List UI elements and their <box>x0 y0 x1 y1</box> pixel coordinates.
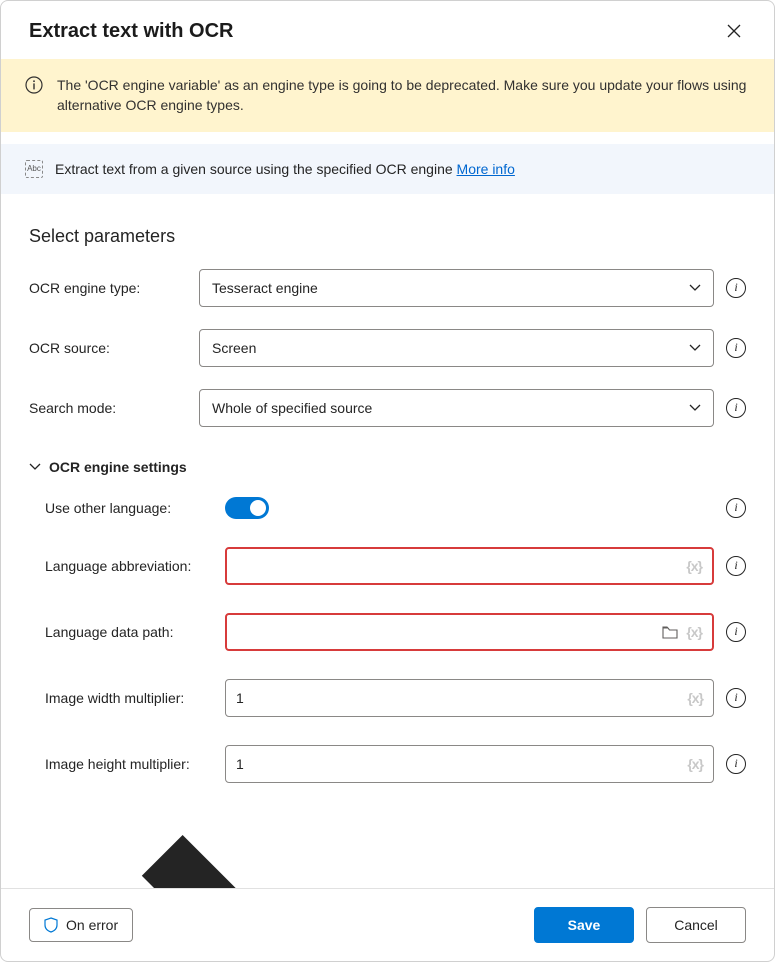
row-lang-data-path: Language data path: {x} i <box>45 613 746 651</box>
dialog-title: Extract text with OCR <box>29 20 233 43</box>
ocr-icon <box>25 160 43 178</box>
info-button-lang-abbrev[interactable]: i <box>726 556 746 576</box>
close-button[interactable] <box>722 19 746 43</box>
row-lang-abbrev: Language abbreviation: {x} i <box>45 547 746 585</box>
engine-settings-panel: Use other language: i Language abbreviat… <box>29 497 746 783</box>
label-width-mult: Image width multiplier: <box>45 690 225 706</box>
info-button-height-mult[interactable]: i <box>726 754 746 774</box>
description-text: Extract text from a given source using t… <box>55 161 515 177</box>
collapse-variables-produced[interactable]: Variables produced OcrText <box>29 811 746 888</box>
section-title: Select parameters <box>29 226 746 247</box>
chevron-down-icon <box>689 402 701 414</box>
label-search-mode: Search mode: <box>29 400 199 416</box>
description-label: Extract text from a given source using t… <box>55 161 457 177</box>
toggle-use-other-language[interactable] <box>225 497 269 519</box>
more-info-link[interactable]: More info <box>457 161 515 177</box>
save-button[interactable]: Save <box>534 907 634 943</box>
row-use-other-language: Use other language: i <box>45 497 746 519</box>
input-width-mult-value: 1 <box>236 690 244 706</box>
info-button-use-other-language[interactable]: i <box>726 498 746 518</box>
cancel-button[interactable]: Cancel <box>646 907 746 943</box>
close-icon <box>726 23 742 39</box>
info-icon <box>25 76 43 99</box>
row-width-mult: Image width multiplier: 1 {x} i <box>45 679 746 717</box>
chevron-down-icon <box>689 342 701 354</box>
chevron-down-icon <box>29 461 41 473</box>
label-height-mult: Image height multiplier: <box>45 756 225 772</box>
info-button-engine-type[interactable]: i <box>726 278 746 298</box>
collapse-engine-settings[interactable]: OCR engine settings <box>29 459 746 475</box>
row-engine-type: OCR engine type: Tesseract engine i <box>29 269 746 307</box>
variable-icon[interactable]: {x} <box>686 624 702 640</box>
label-engine-type: OCR engine type: <box>29 280 199 296</box>
label-ocr-source: OCR source: <box>29 340 199 356</box>
folder-icon[interactable] <box>662 625 678 639</box>
row-ocr-source: OCR source: Screen i <box>29 329 746 367</box>
select-engine-type-value: Tesseract engine <box>212 280 318 296</box>
variable-icon[interactable]: {x} <box>686 558 702 574</box>
info-button-lang-data-path[interactable]: i <box>726 622 746 642</box>
dialog-footer: On error Save Cancel <box>1 888 774 961</box>
chevron-down-icon <box>689 282 701 294</box>
dialog-header: Extract text with OCR <box>1 1 774 59</box>
variable-icon[interactable]: {x} <box>687 756 703 772</box>
info-button-width-mult[interactable]: i <box>726 688 746 708</box>
shield-icon <box>44 917 58 933</box>
variable-icon[interactable]: {x} <box>687 690 703 706</box>
input-height-mult[interactable]: 1 {x} <box>225 745 714 783</box>
on-error-button[interactable]: On error <box>29 908 133 942</box>
label-lang-data-path: Language data path: <box>45 624 225 640</box>
select-ocr-source[interactable]: Screen <box>199 329 714 367</box>
dialog-body: Select parameters OCR engine type: Tesse… <box>1 194 774 888</box>
select-search-mode-value: Whole of specified source <box>212 400 372 416</box>
info-button-ocr-source[interactable]: i <box>726 338 746 358</box>
input-lang-data-path[interactable]: {x} <box>225 613 714 651</box>
dialog: Extract text with OCR The 'OCR engine va… <box>0 0 775 962</box>
chevron-right-icon <box>29 811 562 888</box>
input-lang-abbrev[interactable]: {x} <box>225 547 714 585</box>
input-height-mult-value: 1 <box>236 756 244 772</box>
row-height-mult: Image height multiplier: 1 {x} i <box>45 745 746 783</box>
description-bar: Extract text from a given source using t… <box>1 144 774 194</box>
select-ocr-source-value: Screen <box>212 340 256 356</box>
engine-settings-title: OCR engine settings <box>49 459 187 475</box>
info-button-search-mode[interactable]: i <box>726 398 746 418</box>
on-error-label: On error <box>66 917 118 933</box>
row-search-mode: Search mode: Whole of specified source i <box>29 389 746 427</box>
label-use-other-language: Use other language: <box>45 500 225 516</box>
deprecation-banner: The 'OCR engine variable' as an engine t… <box>1 59 774 132</box>
input-width-mult[interactable]: 1 {x} <box>225 679 714 717</box>
select-search-mode[interactable]: Whole of specified source <box>199 389 714 427</box>
label-lang-abbrev: Language abbreviation: <box>45 558 225 574</box>
banner-text: The 'OCR engine variable' as an engine t… <box>57 75 750 116</box>
select-engine-type[interactable]: Tesseract engine <box>199 269 714 307</box>
